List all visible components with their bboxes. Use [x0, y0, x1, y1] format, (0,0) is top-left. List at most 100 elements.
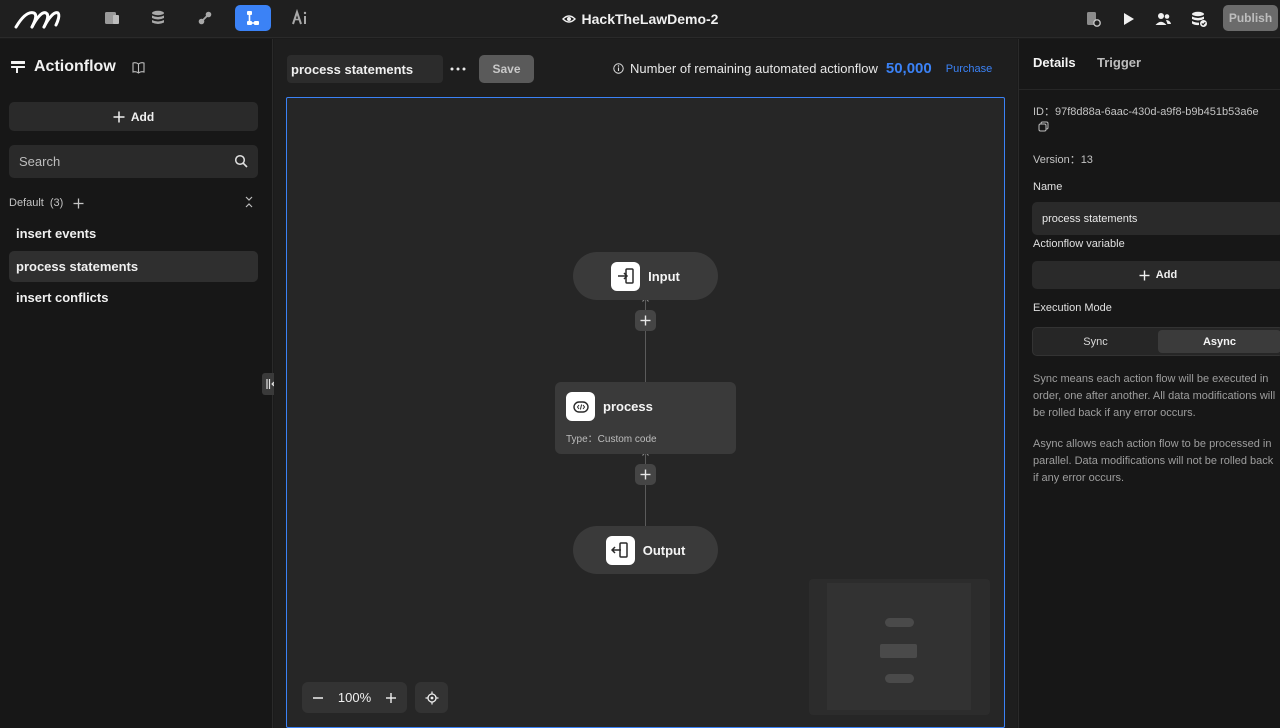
- actionflow-list-icon: [11, 61, 25, 73]
- save-button[interactable]: Save: [479, 55, 534, 83]
- group-count: (3): [49, 197, 64, 209]
- actionflow-editor: process statements Save Number of remain…: [274, 39, 1017, 728]
- purchase-link[interactable]: Purchase: [946, 63, 992, 75]
- api-icon: [198, 11, 212, 25]
- zoom-out-icon[interactable]: [312, 692, 324, 704]
- nav-actionflow-button[interactable]: [235, 5, 271, 31]
- chevrons-collapse-icon: [245, 196, 253, 208]
- collaborators-button[interactable]: [1151, 7, 1175, 31]
- custom-code-icon: [572, 400, 589, 413]
- add-step-button[interactable]: [635, 464, 656, 485]
- remaining-quota: Number of remaining automated actionflow…: [613, 60, 992, 77]
- add-actionflow-label: Add: [130, 109, 155, 124]
- remaining-count: 50,000: [885, 60, 932, 77]
- sidebar-item-insert-conflicts[interactable]: insert conflicts: [9, 282, 258, 313]
- pages-icon: [105, 12, 119, 24]
- async-description: Async allows each action flow to be proc…: [1033, 438, 1274, 484]
- tab-details[interactable]: Details: [1033, 55, 1076, 70]
- input-node-icon-box: [611, 261, 641, 291]
- output-icon: [611, 542, 628, 558]
- play-icon: [1124, 13, 1134, 25]
- sidebar-item-insert-events[interactable]: insert events: [9, 218, 258, 249]
- add-variable-label: Add: [1155, 269, 1178, 281]
- process-node-icon-box: [566, 392, 595, 421]
- fit-view-button[interactable]: [415, 682, 448, 713]
- execution-mode-toggle: Sync Async: [1032, 327, 1280, 356]
- add-variable-button[interactable]: Add: [1032, 261, 1280, 289]
- output-node[interactable]: Output: [573, 526, 718, 574]
- version-history-button[interactable]: [1081, 7, 1105, 31]
- variable-label: Actionflow variable: [1033, 238, 1125, 250]
- plus-icon: [640, 469, 651, 480]
- collapse-group-button[interactable]: [244, 195, 254, 212]
- tab-trigger[interactable]: Trigger: [1097, 55, 1141, 70]
- minimap[interactable]: [809, 579, 990, 715]
- add-actionflow-button[interactable]: Add: [9, 102, 258, 131]
- sidebar-title: Actionflow: [34, 58, 116, 75]
- info-icon: [613, 63, 624, 74]
- eye-icon[interactable]: [561, 12, 576, 26]
- search-icon[interactable]: [234, 154, 248, 168]
- input-node[interactable]: Input: [573, 252, 718, 300]
- minimap-viewport[interactable]: [827, 583, 971, 710]
- nav-pages-button[interactable]: [94, 5, 130, 31]
- sync-description: Sync means each action flow will be exec…: [1033, 373, 1276, 419]
- add-to-group-button[interactable]: [73, 198, 84, 209]
- group-default-header[interactable]: Default (3): [9, 195, 258, 211]
- output-node-icon-box: [605, 535, 635, 565]
- minimap-process-node: [880, 644, 917, 658]
- database-status-button[interactable]: [1187, 7, 1211, 31]
- name-label: Name: [1033, 181, 1063, 193]
- sidebar-header: Actionflow: [10, 58, 145, 76]
- plus-icon: [113, 111, 125, 122]
- sidebar-item-process-statements[interactable]: process statements: [9, 251, 258, 282]
- input-icon: [617, 268, 634, 284]
- mode-async-option[interactable]: Async: [1158, 330, 1280, 353]
- input-node-label: Input: [648, 268, 680, 284]
- nav-api-button[interactable]: [187, 5, 223, 31]
- tabs-divider: [1019, 89, 1280, 90]
- more-horizontal-icon: [450, 67, 466, 71]
- nav-ai-button[interactable]: [282, 5, 318, 31]
- logo-icon[interactable]: [14, 7, 62, 31]
- actionflow-icon: [247, 11, 259, 25]
- flow-canvas[interactable]: Input process Type：Custom code Output 10…: [286, 97, 1005, 728]
- zoom-controls: 100%: [302, 682, 407, 713]
- document-settings-icon: [1087, 12, 1101, 27]
- plus-icon: [1139, 270, 1150, 280]
- output-node-label: Output: [642, 542, 686, 558]
- project-name: HackTheLawDemo-2: [581, 11, 719, 27]
- zoom-level: 100%: [337, 690, 372, 705]
- docs-book-icon[interactable]: [132, 61, 145, 74]
- more-options-button[interactable]: [448, 59, 468, 79]
- search-input[interactable]: [19, 145, 219, 178]
- minimap-output-node: [885, 674, 914, 683]
- actionflow-id: ID：97f8d88a-6aac-430d-a9f8-b9b451b53a6e: [1033, 106, 1259, 118]
- actionflow-version: Version：13: [1033, 154, 1093, 166]
- zoom-in-icon[interactable]: [385, 692, 397, 704]
- actionflow-sidebar: Actionflow Add Default (3) insert events…: [0, 39, 273, 728]
- publish-button[interactable]: Publish: [1223, 5, 1278, 31]
- ai-icon: [292, 9, 307, 25]
- add-step-button[interactable]: [635, 310, 656, 331]
- process-node-type: Type：Custom code: [566, 434, 657, 445]
- group-name: Default: [9, 197, 44, 209]
- details-panel: Details Trigger ID：97f8d88a-6aac-430d-a9…: [1018, 39, 1280, 728]
- plus-icon: [73, 198, 84, 208]
- preview-button[interactable]: [1116, 7, 1140, 31]
- minimap-input-node: [885, 618, 914, 627]
- process-node-title: process: [603, 399, 653, 414]
- flow-name-input[interactable]: process statements: [287, 55, 443, 83]
- mode-sync-option[interactable]: Sync: [1035, 330, 1156, 353]
- process-node[interactable]: process Type：Custom code: [555, 382, 736, 454]
- nav-database-button[interactable]: [140, 5, 176, 31]
- users-icon: [1155, 13, 1171, 25]
- database-icon: [152, 10, 164, 24]
- copy-icon[interactable]: [1038, 121, 1049, 132]
- name-field[interactable]: process statements: [1032, 202, 1280, 235]
- plus-icon: [640, 315, 651, 326]
- remaining-text: Number of remaining automated actionflow: [630, 61, 878, 76]
- execution-mode-label: Execution Mode: [1033, 302, 1112, 314]
- database-check-icon: [1192, 11, 1207, 27]
- locate-icon: [425, 691, 438, 704]
